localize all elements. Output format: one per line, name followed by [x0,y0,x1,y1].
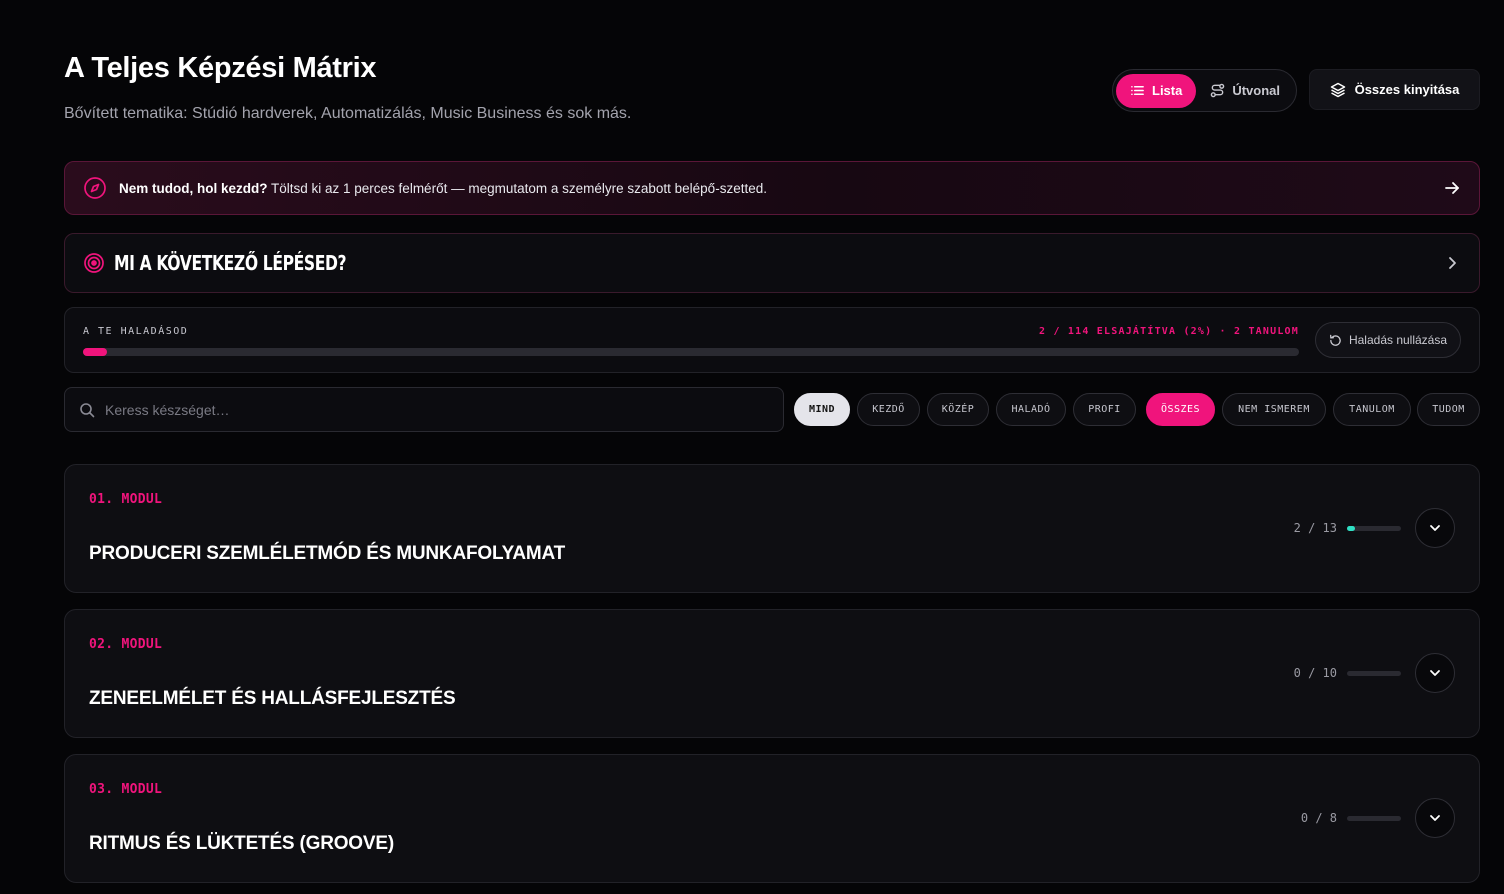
filter-chip-tanulom[interactable]: TANULOM [1333,393,1411,426]
chevron-right-icon [1449,257,1456,269]
module-card[interactable]: 02. MODUL ZENEELMÉLET ÉS HALLÁSFEJLESZTÉS… [64,609,1480,738]
target-icon [84,253,104,273]
next-step-panel[interactable]: MI A KÖVETKEZŐ LÉPÉSED? [64,233,1480,293]
module-count: 0 / 10 [1293,666,1337,680]
chevron-down-icon [1430,525,1440,531]
module-progress-track [1347,526,1401,531]
module-expand-button[interactable] [1415,798,1455,838]
compass-icon [84,177,106,199]
filter-chip-kezdő[interactable]: KEZDŐ [857,393,920,426]
path-view-button[interactable]: Útvonal [1196,74,1294,108]
progress-stat: 2 / 114 ELSAJÁTÍTVA (2%) · 2 TANULOM [1039,326,1299,337]
module-progress-track [1347,816,1401,821]
module-progress-track [1347,671,1401,676]
reset-progress-label: Haladás nullázása [1348,333,1448,347]
page-title: A Teljes Képzési Mátrix [64,52,377,84]
next-step-label: MI A KÖVETKEZŐ LÉPÉSED? [114,251,347,275]
list-view-button[interactable]: Lista [1116,73,1197,108]
module-card[interactable]: 03. MODUL RITMUS ÉS LÜKTETÉS (GROOVE) 0 / … [64,754,1480,883]
module-name: ZENEELMÉLET ÉS HALLÁSFEJLESZTÉS [89,688,456,709]
module-card[interactable]: 01. MODUL PRODUCERI SZEMLÉLETMÓD ÉS MUNKA… [64,464,1480,593]
expand-all-label: Összes kinyitása [1354,82,1460,97]
arrow-right-icon [1445,182,1459,194]
list-view-label: Lista [1152,83,1183,98]
search-input[interactable] [105,401,769,418]
view-toggle: Lista Útvonal [1112,69,1297,112]
layers-icon [1330,82,1345,97]
banner-bold-text: Nem tudod, hol kezdd? [119,180,268,196]
module-name: RITMUS ÉS LÜKTETÉS (GROOVE) [89,833,394,854]
filter-chip-összes[interactable]: ÖSSZES [1146,393,1215,426]
expand-all-button[interactable]: Összes kinyitása [1309,69,1480,110]
filter-chip-haladó[interactable]: HALADÓ [996,393,1066,426]
search-icon [80,402,95,417]
reset-icon [1329,334,1341,346]
progress-track [83,348,1299,356]
page-subtitle: Bővített tematika: Stúdió hardverek, Aut… [64,105,632,122]
module-number: 01. MODUL [89,492,163,507]
reset-progress-button[interactable]: Haladás nullázása [1315,322,1461,358]
module-expand-button[interactable] [1415,508,1455,548]
filter-chip-közép[interactable]: KÖZÉP [927,393,989,426]
module-expand-button[interactable] [1415,653,1455,693]
progress-card: A TE HALADÁSOD 2 / 114 ELSAJÁTÍTVA (2%) … [64,307,1480,373]
filter-chip-mind[interactable]: MIND [794,393,850,426]
search-box [64,387,784,432]
banner-text: Nem tudod, hol kezdd? Töltsd ki az 1 per… [119,181,1443,196]
filter-chips: MIND KEZDŐ KÖZÉP HALADÓ PROFI ÖSSZES NEM ISMER… [794,393,1480,426]
module-number: 03. MODUL [89,782,163,797]
chevron-down-icon [1430,815,1440,821]
filter-chip-profi[interactable]: PROFI [1073,393,1136,426]
banner-body-text: Töltsd ki az 1 perces felmérőt — megmuta… [267,180,767,196]
module-number: 02. MODUL [89,637,163,652]
module-name: PRODUCERI SZEMLÉLETMÓD ÉS MUNKAFOLYAMAT [89,543,566,564]
module-count: 0 / 8 [1300,811,1337,825]
filter-chip-nem-ismerem[interactable]: NEM ISMEREM [1222,393,1326,426]
module-count: 2 / 13 [1293,521,1337,535]
path-view-label: Útvonal [1232,83,1281,98]
progress-label: A TE HALADÁSOD [83,326,189,337]
module-progress-fill [1347,526,1356,531]
progress-fill [83,348,108,356]
quiz-banner[interactable]: Nem tudod, hol kezdd? Töltsd ki az 1 per… [64,161,1480,215]
chevron-down-icon [1430,670,1440,676]
route-icon [1211,83,1225,98]
list-icon [1131,86,1144,95]
filter-chip-tudom[interactable]: TUDOM [1417,393,1480,426]
